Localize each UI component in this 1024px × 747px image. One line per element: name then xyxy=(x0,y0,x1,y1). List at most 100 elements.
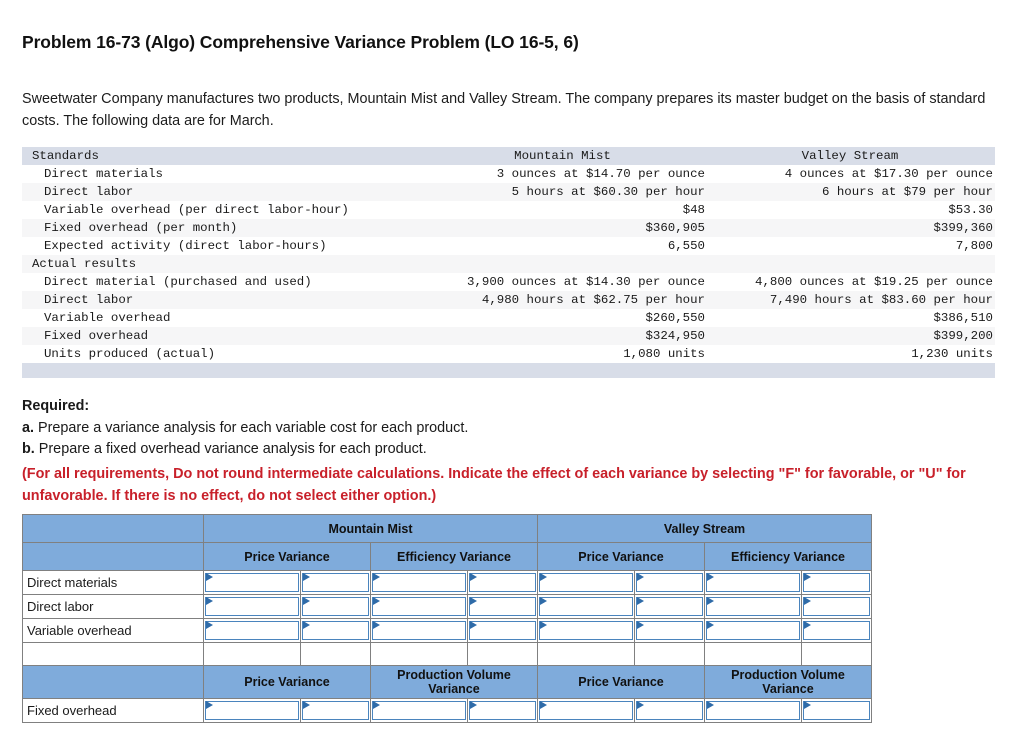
input-marker-icon[interactable] xyxy=(302,701,369,720)
input-marker-icon[interactable] xyxy=(636,701,703,720)
input-cell-fo-mm-price-fu[interactable] xyxy=(300,698,371,723)
row-label: Direct labor xyxy=(22,183,420,201)
variance-header-vs-efficiency: Efficiency Variance xyxy=(704,542,872,571)
row-value-mm: 3 ounces at $14.70 per ounce xyxy=(420,165,707,183)
data-row: Direct materials 3 ounces at $14.70 per … xyxy=(22,165,995,183)
input-cell-dl-vs-efficiency-fu[interactable] xyxy=(801,594,872,619)
input-cell-fo-vs-price-value[interactable] xyxy=(537,698,635,723)
input-cell-dm-mm-efficiency-fu[interactable] xyxy=(467,570,538,595)
input-marker-icon[interactable] xyxy=(636,621,703,640)
input-cell-dm-vs-efficiency-fu[interactable] xyxy=(801,570,872,595)
input-cell-vo-mm-efficiency-fu[interactable] xyxy=(467,618,538,643)
input-cell-dm-mm-price-fu[interactable] xyxy=(300,570,371,595)
column-header-mountain-mist: Mountain Mist xyxy=(420,147,707,165)
input-cell-vo-vs-efficiency-fu[interactable] xyxy=(801,618,872,643)
row-label: Fixed overhead (per month) xyxy=(22,219,420,237)
input-marker-icon[interactable] xyxy=(803,701,870,720)
spacer-cell xyxy=(704,642,802,666)
input-marker-icon[interactable] xyxy=(803,597,870,616)
input-cell-vo-vs-efficiency-value[interactable] xyxy=(704,618,802,643)
input-marker-icon[interactable] xyxy=(539,573,633,592)
section-header-row-actual-results: Actual results xyxy=(22,255,995,273)
column-header-valley-stream: Valley Stream xyxy=(707,147,995,165)
input-marker-icon[interactable] xyxy=(302,621,369,640)
input-marker-icon[interactable] xyxy=(469,701,536,720)
input-marker-icon[interactable] xyxy=(205,597,299,616)
input-marker-icon[interactable] xyxy=(539,701,633,720)
input-marker-icon[interactable] xyxy=(706,597,800,616)
input-cell-fo-vs-pvv-fu[interactable] xyxy=(801,698,872,723)
input-cell-dm-vs-efficiency-value[interactable] xyxy=(704,570,802,595)
input-marker-icon[interactable] xyxy=(469,597,536,616)
input-marker-icon[interactable] xyxy=(636,573,703,592)
input-cell-vo-mm-price-fu[interactable] xyxy=(300,618,371,643)
data-row: Expected activity (direct labor-hours) 6… xyxy=(22,237,995,255)
input-cell-fo-mm-price-value[interactable] xyxy=(203,698,301,723)
input-marker-icon[interactable] xyxy=(706,621,800,640)
required-block: Required: a. Prepare a variance analysis… xyxy=(22,396,1012,507)
input-marker-icon[interactable] xyxy=(205,573,299,592)
variance-header-vs-price: Price Variance xyxy=(537,542,705,571)
input-cell-dl-mm-efficiency-fu[interactable] xyxy=(467,594,538,619)
spacer-cell xyxy=(300,642,371,666)
row-value-vs: 4,800 ounces at $19.25 per ounce xyxy=(707,273,995,291)
input-cell-dl-vs-price-fu[interactable] xyxy=(634,594,705,619)
input-marker-icon[interactable] xyxy=(302,573,369,592)
input-marker-icon[interactable] xyxy=(539,621,633,640)
input-marker-icon[interactable] xyxy=(539,597,633,616)
input-marker-icon[interactable] xyxy=(205,621,299,640)
data-row: Direct labor 5 hours at $60.30 per hour … xyxy=(22,183,995,201)
input-marker-icon[interactable] xyxy=(469,573,536,592)
required-note: (For all requirements, Do not round inte… xyxy=(22,465,966,504)
row-label-variable-overhead: Variable overhead xyxy=(22,618,204,643)
input-marker-icon[interactable] xyxy=(372,701,466,720)
input-cell-fo-mm-pvv-fu[interactable] xyxy=(467,698,538,723)
row-value-mm: $324,950 xyxy=(420,327,707,345)
data-table-header-row: Standards Mountain Mist Valley Stream xyxy=(22,147,995,165)
footer-cell xyxy=(420,363,707,378)
input-cell-dl-mm-price-value[interactable] xyxy=(203,594,301,619)
input-cell-fo-vs-price-fu[interactable] xyxy=(634,698,705,723)
input-marker-icon[interactable] xyxy=(803,621,870,640)
required-item-b-marker: b. xyxy=(22,441,35,457)
input-marker-icon[interactable] xyxy=(803,573,870,592)
row-label: Direct materials xyxy=(22,165,420,183)
input-cell-dm-vs-price-value[interactable] xyxy=(537,570,635,595)
input-marker-icon[interactable] xyxy=(372,597,466,616)
input-cell-fo-mm-pvv-value[interactable] xyxy=(370,698,468,723)
input-cell-vo-mm-price-value[interactable] xyxy=(203,618,301,643)
input-cell-dl-mm-efficiency-value[interactable] xyxy=(370,594,468,619)
input-marker-icon[interactable] xyxy=(302,597,369,616)
data-row: Units produced (actual) 1,080 units 1,23… xyxy=(22,345,995,363)
input-cell-vo-mm-efficiency-value[interactable] xyxy=(370,618,468,643)
table-row: Variable overhead xyxy=(22,618,872,643)
row-label: Variable overhead (per direct labor-hour… xyxy=(22,201,420,219)
input-marker-icon[interactable] xyxy=(469,621,536,640)
input-marker-icon[interactable] xyxy=(205,701,299,720)
input-cell-dl-mm-price-fu[interactable] xyxy=(300,594,371,619)
table-row: Direct materials xyxy=(22,570,872,595)
data-row: Variable overhead (per direct labor-hour… xyxy=(22,201,995,219)
spacer-cell xyxy=(203,642,301,666)
input-cell-dm-mm-efficiency-value[interactable] xyxy=(370,570,468,595)
input-cell-dm-vs-price-fu[interactable] xyxy=(634,570,705,595)
row-value-mm: 4,980 hours at $62.75 per hour xyxy=(420,291,707,309)
input-cell-vo-vs-price-fu[interactable] xyxy=(634,618,705,643)
input-marker-icon[interactable] xyxy=(372,573,466,592)
input-cell-fo-vs-pvv-value[interactable] xyxy=(704,698,802,723)
input-cell-dm-mm-price-value[interactable] xyxy=(203,570,301,595)
input-cell-vo-vs-price-value[interactable] xyxy=(537,618,635,643)
input-marker-icon[interactable] xyxy=(372,621,466,640)
input-marker-icon[interactable] xyxy=(636,597,703,616)
row-value-vs: 6 hours at $79 per hour xyxy=(707,183,995,201)
spacer-cell xyxy=(420,255,707,273)
row-value-vs: 4 ounces at $17.30 per ounce xyxy=(707,165,995,183)
input-marker-icon[interactable] xyxy=(706,573,800,592)
answer-product-header-row: Mountain Mist Valley Stream xyxy=(22,514,872,543)
section-header-standards: Standards xyxy=(22,147,420,165)
problem-page: Problem 16-73 (Algo) Comprehensive Varia… xyxy=(0,0,1024,747)
input-cell-dl-vs-price-value[interactable] xyxy=(537,594,635,619)
input-cell-dl-vs-efficiency-value[interactable] xyxy=(704,594,802,619)
data-row: Fixed overhead $324,950 $399,200 xyxy=(22,327,995,345)
input-marker-icon[interactable] xyxy=(706,701,800,720)
